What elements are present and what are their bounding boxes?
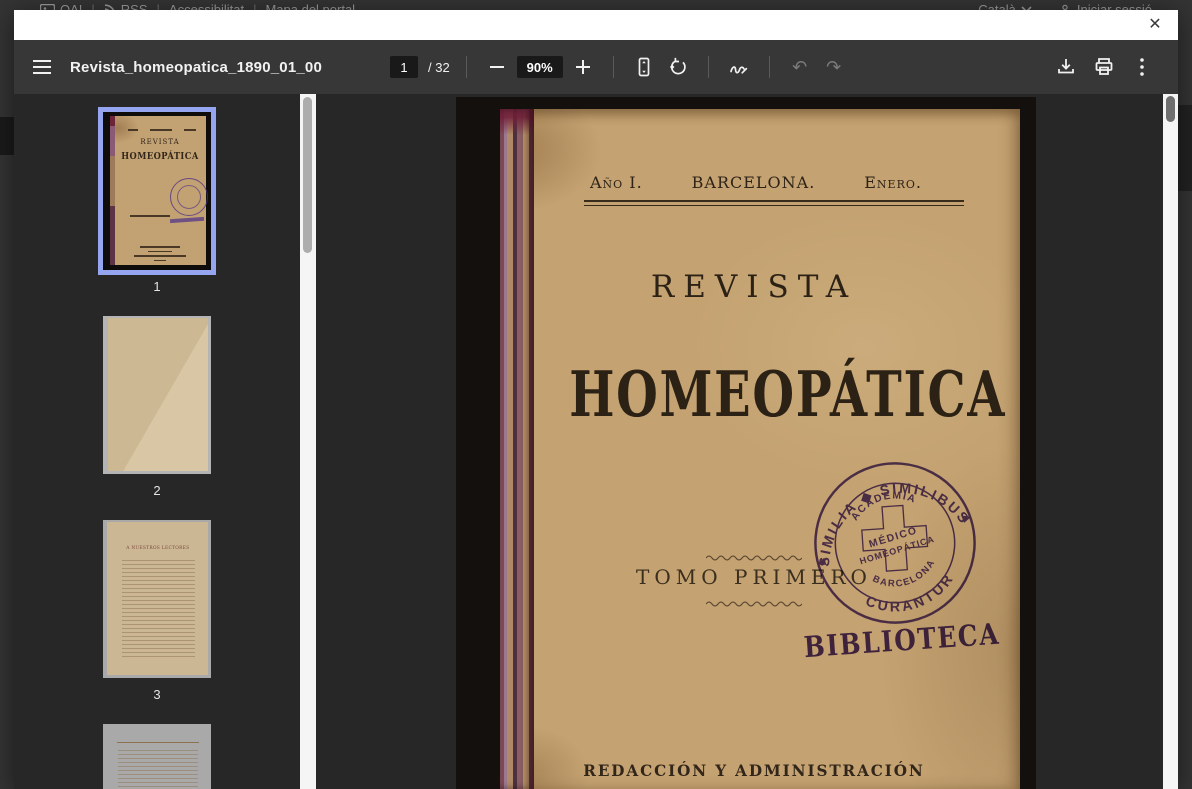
page-scrollbar-thumb[interactable] (1166, 96, 1175, 122)
thumbnail-label: 3 (153, 687, 160, 702)
double-rule (584, 200, 964, 206)
thumb-binding (110, 116, 115, 265)
divider (708, 56, 709, 78)
thumb-text-line (128, 129, 138, 131)
menu-icon[interactable] (14, 40, 70, 94)
zoom-level[interactable]: 90% (517, 56, 563, 78)
wavy-rule (706, 601, 802, 607)
thumb-stamp (170, 178, 208, 216)
thumb-text-line (130, 215, 170, 217)
page-count: / 32 (428, 60, 450, 75)
sidebar-scrollbar-thumb[interactable] (303, 97, 312, 253)
viewer-content: REVISTA HOMEOPÁTICA 1 (14, 94, 1178, 789)
divider (769, 56, 770, 78)
scanned-page: Año I. BARCELONA. Enero. REVISTA HOMEOPÁ… (456, 97, 1036, 789)
thumb-library-stamp (170, 217, 204, 223)
background-element (1178, 105, 1192, 191)
rotate-icon[interactable] (664, 53, 692, 81)
thumb-text-line (184, 129, 196, 131)
background-element (0, 117, 14, 155)
more-options-icon[interactable] (1128, 53, 1156, 81)
month-label: Enero. (864, 173, 922, 192)
cover-paper: Año I. BARCELONA. Enero. REVISTA HOMEOPÁ… (500, 109, 1020, 789)
zoom-out-button[interactable] (483, 53, 511, 81)
document-title: Revista_homeopatica_1890_01_00 (70, 59, 322, 76)
undo-icon[interactable]: ↶ (786, 53, 814, 81)
thumb-text-line (140, 246, 180, 248)
thumbnail-sidebar: REVISTA HOMEOPÁTICA 1 (14, 94, 300, 789)
thumb-text-line (134, 255, 186, 257)
page-scrollbar[interactable] (1163, 94, 1178, 789)
thumb-body-text (122, 560, 195, 659)
divider (613, 56, 614, 78)
thumbnail-page-2[interactable]: 2 (103, 316, 211, 498)
year-label: Año I. (590, 173, 643, 192)
thumb-text-line (148, 251, 172, 252)
thumbnail-page-1[interactable]: REVISTA HOMEOPÁTICA 1 (103, 112, 211, 294)
divider (466, 56, 467, 78)
library-stamp: SIMILIA ◆ SIMILIBUS CURANTUR ACADEMIA MÉ… (805, 453, 985, 633)
modal-header: ✕ (14, 10, 1178, 40)
thumb-text-paper: A NUESTROS LECTORES (107, 522, 208, 675)
print-icon[interactable] (1090, 53, 1118, 81)
close-icon[interactable]: ✕ (1142, 12, 1168, 38)
city-label: BARCELONA. (692, 173, 816, 192)
redo-icon[interactable]: ↷ (820, 53, 848, 81)
thumb-title: HOMEOPÁTICA (118, 152, 203, 163)
redaction-label: REDACCIÓN Y ADMINISTRACIÓN (545, 761, 963, 780)
thumbnail-page-4[interactable]: 4 (103, 724, 211, 789)
pdf-toolbar: Revista_homeopatica_1890_01_00 / 32 90% (14, 40, 1178, 94)
thumb-heading: A NUESTROS LECTORES (126, 546, 189, 551)
page-view: Año I. BARCELONA. Enero. REVISTA HOMEOPÁ… (316, 94, 1178, 789)
zoom-in-button[interactable] (569, 53, 597, 81)
magazine-title-line2: HOMEOPÁTICA (569, 358, 939, 432)
fit-page-icon[interactable] (630, 53, 658, 81)
wavy-rule (706, 555, 802, 561)
thumb-blank-paper (108, 318, 208, 471)
thumbnail-label: 1 (153, 279, 160, 294)
thumb-title: REVISTA (114, 138, 206, 146)
thumb-text-line (154, 260, 166, 261)
thumb-header-rule (117, 742, 199, 743)
page-number-input[interactable] (390, 56, 418, 78)
sidebar-scrollbar[interactable] (300, 94, 316, 789)
book-binding (500, 109, 534, 789)
download-icon[interactable] (1052, 53, 1080, 81)
thumb-cover-paper: REVISTA HOMEOPÁTICA (114, 116, 206, 265)
thumbnail-page-3[interactable]: A NUESTROS LECTORES 3 (103, 520, 211, 702)
magazine-title-line1: REVISTA (534, 269, 974, 305)
annotate-pen-icon[interactable] (725, 53, 753, 81)
document-viewer-modal: ✕ Revista_homeopatica_1890_01_00 / 32 90… (14, 10, 1178, 789)
thumb-body-text (118, 750, 198, 789)
thumb-text-line (150, 129, 172, 131)
thumbnail-label: 2 (153, 483, 160, 498)
